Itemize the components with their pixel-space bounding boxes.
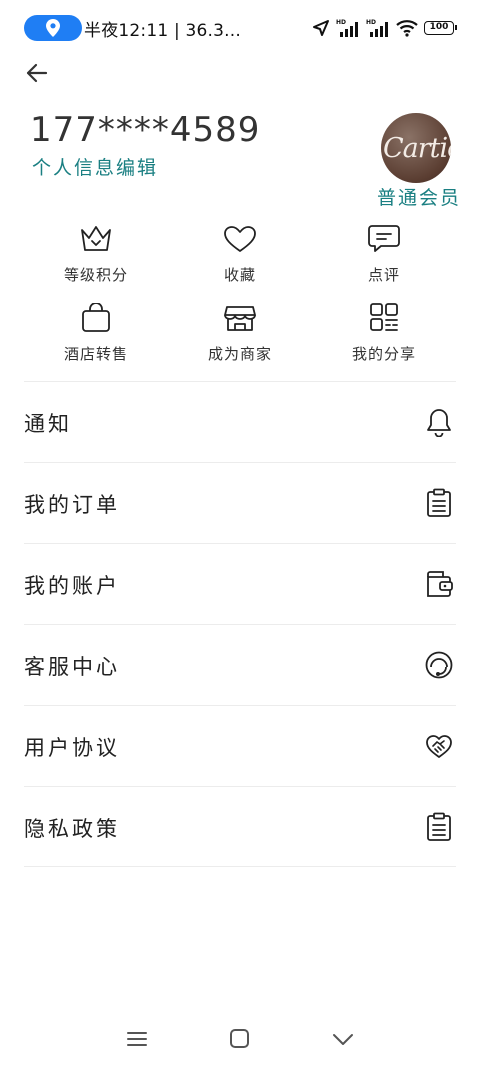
quick-action-hotel-resale[interactable]: 酒店转售 (36, 303, 156, 364)
handshake-icon (426, 735, 452, 758)
menu-item-label: 用户协议 (24, 736, 120, 760)
status-time-text: 半夜12:11 | 36.3... (84, 21, 241, 41)
menu-item-privacy-policy[interactable]: 隐私政策 (24, 786, 456, 867)
quick-action-reviews[interactable]: 点评 (324, 224, 444, 285)
edit-profile-link[interactable]: 个人信息编辑 (32, 153, 158, 180)
headset-icon (425, 651, 453, 679)
menu-item-label: 我的订单 (24, 493, 120, 517)
comment-icon (368, 225, 400, 252)
nav-back-button[interactable] (330, 1026, 356, 1052)
menu-item-label: 隐私政策 (24, 817, 120, 841)
menu-item-my-account[interactable]: 我的账户 (24, 543, 456, 624)
avatar[interactable]: Cartier (381, 113, 451, 183)
status-icons: HD HD 100 (312, 17, 457, 39)
menu-item-label: 通知 (24, 412, 72, 436)
quick-action-favorites[interactable]: 收藏 (180, 224, 300, 285)
clipboard-icon (427, 812, 451, 841)
profile-page: 半夜12:11 | 36.3... HD HD 100 177****4589 … (0, 0, 480, 1066)
chevron-down-icon (333, 1034, 353, 1045)
wifi-icon (396, 20, 418, 37)
share-grid-icon (370, 303, 398, 331)
heart-icon (224, 226, 256, 252)
phone-number: 177****4589 (30, 110, 261, 150)
menu-item-label: 客服中心 (24, 655, 120, 679)
shopping-bag-icon (82, 303, 110, 332)
quick-action-label: 我的分享 (351, 345, 416, 363)
signal-hd-icon: HD (336, 19, 358, 37)
quick-action-label: 成为商家 (207, 345, 272, 363)
location-pill (24, 15, 82, 41)
square-icon (230, 1029, 249, 1048)
avatar-text: Cartier (383, 133, 451, 164)
back-button[interactable] (24, 60, 52, 88)
system-nav-bar (0, 1010, 480, 1066)
quick-action-become-merchant[interactable]: 成为商家 (180, 303, 300, 364)
status-bar: 半夜12:11 | 36.3... HD HD 100 (0, 0, 480, 56)
nav-menu-button[interactable] (124, 1026, 150, 1052)
quick-action-label: 等级积分 (63, 266, 128, 284)
svg-text:HD: HD (366, 19, 376, 26)
wallet-icon (427, 571, 453, 597)
menu-lines-icon (127, 1032, 147, 1046)
menu-item-customer-service[interactable]: 客服中心 (24, 624, 456, 705)
battery-icon: 100 (424, 21, 457, 35)
store-icon (224, 306, 256, 331)
quick-action-label: 酒店转售 (63, 345, 128, 363)
location-pin-icon (46, 19, 60, 37)
quick-action-my-shares[interactable]: 我的分享 (324, 303, 444, 364)
menu-item-notifications[interactable]: 通知 (24, 381, 456, 462)
nav-home-button[interactable] (227, 1026, 253, 1052)
quick-action-label: 收藏 (223, 266, 256, 284)
clipboard-icon (427, 488, 451, 517)
bell-icon (427, 409, 451, 437)
navigation-arrow-icon (313, 20, 329, 36)
signal-hd-icon-2: HD (366, 19, 388, 37)
menu-item-label: 我的账户 (24, 574, 120, 598)
crown-icon (81, 226, 111, 251)
member-level-badge[interactable]: 普通会员 (377, 183, 461, 210)
quick-action-level-points[interactable]: 等级积分 (36, 224, 156, 285)
quick-action-label: 点评 (367, 266, 400, 284)
svg-text:HD: HD (336, 19, 346, 26)
menu-list: 通知 我的订单 我的账户 客服中心 用户协议 隐私政策 (24, 381, 456, 867)
arrow-left-icon (26, 63, 48, 83)
menu-item-user-agreement[interactable]: 用户协议 (24, 705, 456, 786)
menu-item-my-orders[interactable]: 我的订单 (24, 462, 456, 543)
